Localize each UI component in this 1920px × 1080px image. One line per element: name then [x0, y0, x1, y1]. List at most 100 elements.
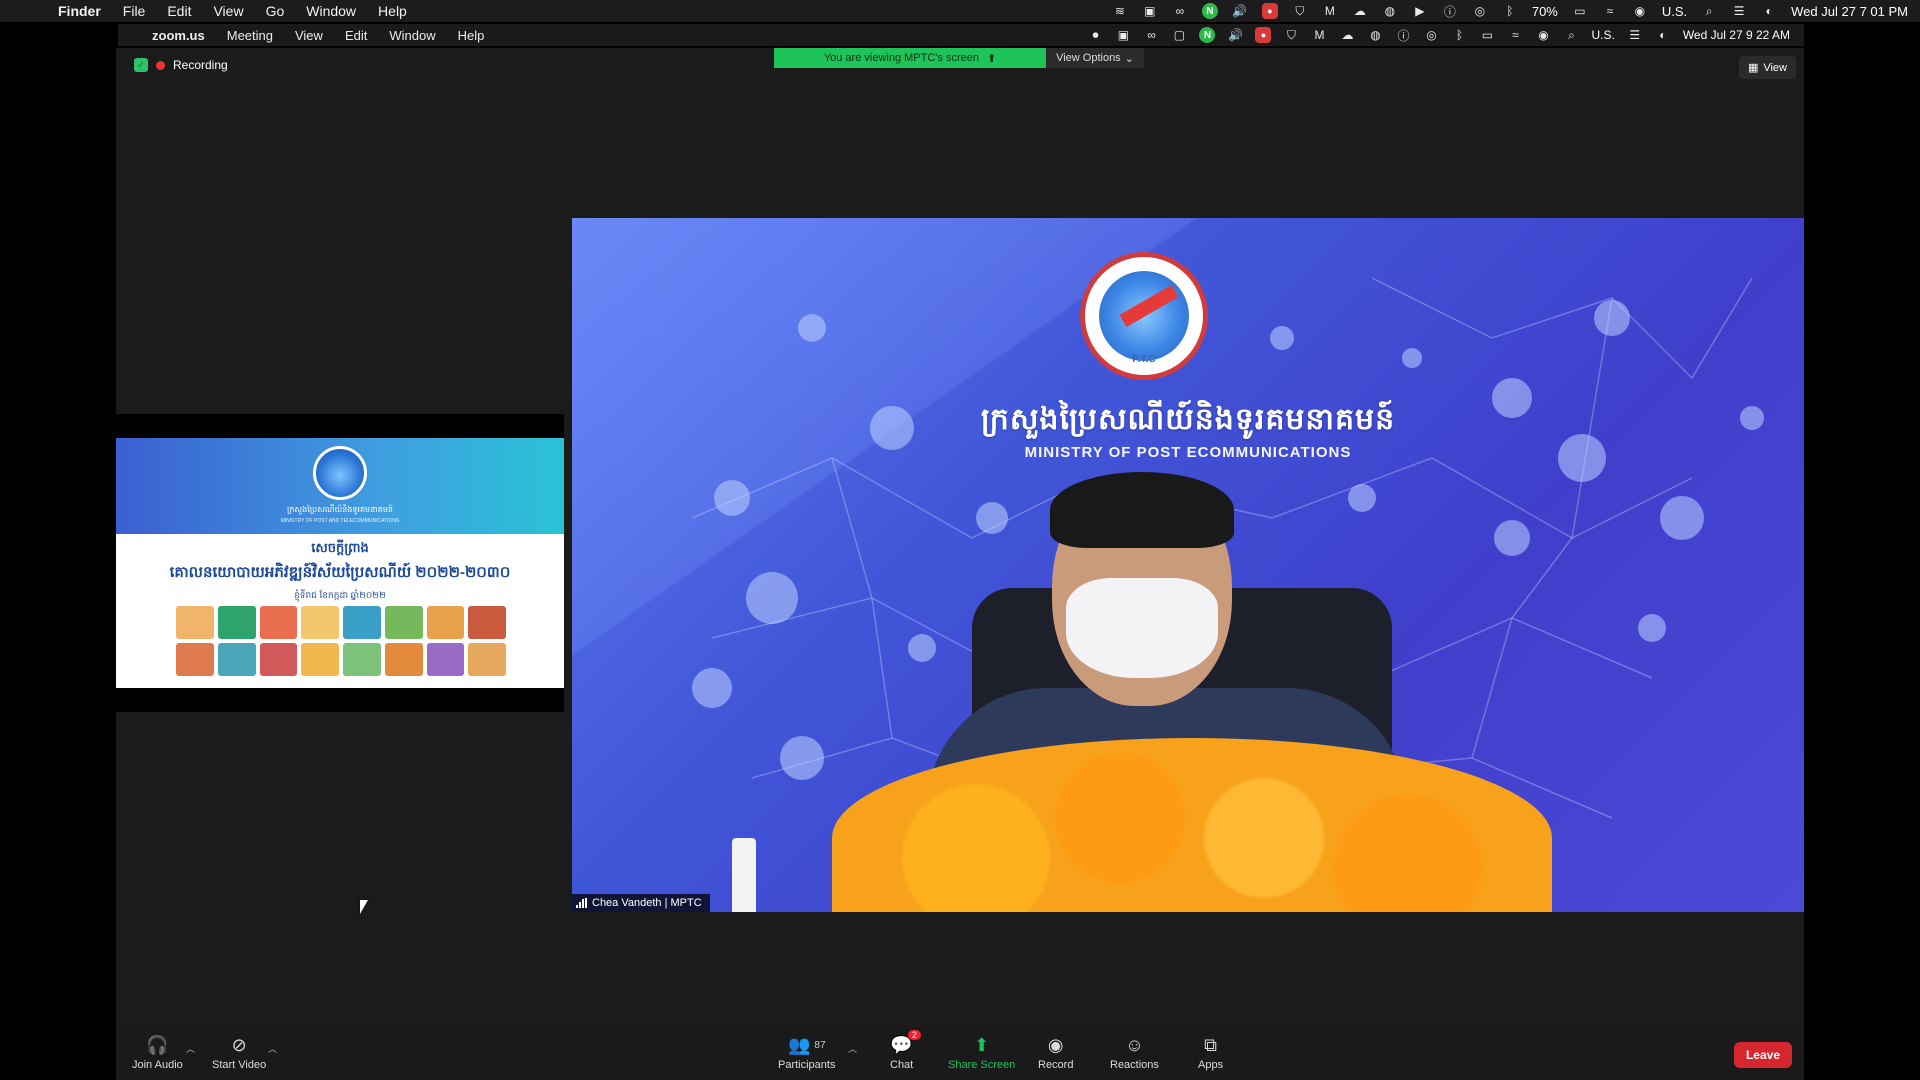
cloud-icon[interactable]: ☁ — [1352, 3, 1368, 19]
share-screen-button[interactable]: ⬆ Share Screen — [948, 1034, 1016, 1072]
control-center-icon[interactable]: ☰ — [1731, 3, 1747, 19]
user-icon: ◉ — [1538, 28, 1549, 42]
record-icon: ◉ — [1047, 1034, 1064, 1055]
chat-badge: 2 — [907, 1030, 921, 1040]
view-options-label: View Options — [1056, 52, 1121, 64]
video-off-icon: ⊘ — [231, 1034, 247, 1055]
share-banner: You are viewing MPTC's screen ⬆ View Opt… — [774, 48, 1144, 68]
slide: ក្រសួងប្រៃសណីយ៍និងទូរគមនាគមន៍ MINISTRY O… — [116, 438, 564, 688]
shield-check-icon[interactable]: ⛉ — [1292, 3, 1308, 19]
spotlight-search-icon[interactable]: ⌕ — [1701, 3, 1717, 19]
share-screen-icon: ⬆ — [974, 1034, 990, 1055]
speaker-name-label: Chea Vandeth | MPTC — [572, 894, 710, 912]
participants-count: 87 — [814, 1039, 826, 1051]
reactions-button[interactable]: ☺ Reactions — [1110, 1034, 1159, 1072]
video-options-caret-icon[interactable]: ︿ — [268, 1042, 277, 1055]
creative-cloud-icon[interactable]: ∞ — [1172, 3, 1188, 19]
recording-indicator[interactable]: ✓ Recording — [134, 58, 228, 72]
reactions-label: Reactions — [1110, 1059, 1159, 1071]
user-icon[interactable]: ◉ — [1632, 3, 1648, 19]
apps-label: Apps — [1198, 1059, 1224, 1071]
cloud-icon: ☁ — [1341, 28, 1354, 42]
view-button[interactable]: ▦ View — [1738, 56, 1796, 79]
participants-caret-icon[interactable]: ︿ — [848, 1042, 857, 1055]
notification-icon[interactable]: ● — [1261, 3, 1278, 19]
leave-button[interactable]: Leave — [1733, 1042, 1792, 1068]
audio-options-caret-icon[interactable]: ︿ — [186, 1042, 195, 1055]
status-area: ≋ ▣ ∞ N 🔊 ● ⛉ M ☁ ◍ ▶ ⓘ ◎ ᛒ 70% ▭ ≈ ◉ U.… — [1112, 0, 1908, 22]
stack-icon[interactable]: ≋ — [1112, 3, 1128, 19]
share-icon: ⬆ — [986, 52, 997, 65]
airdrop-icon[interactable]: ◎ — [1472, 3, 1488, 19]
menu-help[interactable]: Help — [378, 3, 407, 19]
evernote-icon[interactable]: N — [1201, 3, 1218, 19]
viewing-screen-message: You are viewing MPTC's screen ⬆ — [774, 48, 1046, 68]
menu-window[interactable]: Window — [306, 3, 356, 19]
wifi-icon[interactable]: ≈ — [1602, 3, 1618, 19]
menu-view: View — [294, 27, 323, 43]
encryption-shield-icon[interactable]: ✓ — [134, 58, 148, 72]
input-source[interactable]: U.S. — [1662, 4, 1687, 19]
bluetooth-icon: ᛒ — [1455, 28, 1464, 42]
slide-header-kh: ក្រសួងប្រៃសណីយ៍និងទូរគមនាគមន៍ — [287, 505, 393, 514]
info-icon[interactable]: ⓘ — [1442, 3, 1458, 19]
participants-button[interactable]: 👥 87 Participants — [778, 1034, 836, 1072]
outer-menubar: Finder File Edit View Go Window Help ≋ ▣… — [0, 0, 1920, 22]
shared-content-thumbnail[interactable]: ក្រសួងប្រៃសណីយ៍និងទូរគមនាគមន៍ MINISTRY O… — [116, 414, 564, 712]
participants-icon: 👥 87 — [787, 1034, 826, 1055]
start-video-button[interactable]: ⊘ Start Video — [212, 1034, 266, 1072]
clock: Wed Jul 27 9 22 AM — [1682, 28, 1790, 42]
menu-app-finder[interactable]: Finder — [58, 3, 101, 19]
record-label: Record — [1038, 1059, 1074, 1071]
chat-label: Chat — [890, 1059, 914, 1071]
ministry-logo-icon — [313, 446, 367, 500]
m-app-icon[interactable]: M — [1322, 3, 1338, 19]
menu-go[interactable]: Go — [266, 3, 285, 19]
globe-icon: ◍ — [1370, 28, 1381, 42]
join-audio-button[interactable]: 🎧 Join Audio — [132, 1034, 183, 1072]
menu-file[interactable]: File — [123, 3, 146, 19]
volume-icon: 🔊 — [1227, 28, 1243, 42]
slide-header-en: MINISTRY OF POST AND TELECOMMUNICATIONS — [280, 518, 400, 524]
slide-header: ក្រសួងប្រៃសណីយ៍និងទូរគមនាគមន៍ MINISTRY O… — [116, 438, 564, 534]
notification-icon: ● — [1255, 27, 1272, 43]
slide-title-2: គោលនយោបាយអភិវឌ្ឍន៍វិស័យប្រៃសណីយ៍ ២០២២-២០… — [169, 564, 511, 581]
clock[interactable]: Wed Jul 27 7 01 PM — [1791, 4, 1908, 19]
m-app-icon: M — [1314, 28, 1325, 42]
inner-menubar: zoom.us Meeting View Edit Window Help ⏺ … — [118, 24, 1804, 46]
stop-share-icon: ⏺ — [1092, 27, 1099, 42]
menu-edit[interactable]: Edit — [167, 3, 191, 19]
volume-icon[interactable]: 🔊 — [1232, 3, 1248, 19]
battery-icon[interactable]: ▭ — [1572, 3, 1588, 19]
viewing-screen-text: You are viewing MPTC's screen — [823, 52, 979, 64]
face-mask — [1066, 578, 1218, 678]
menu-view[interactable]: View — [213, 3, 243, 19]
record-button[interactable]: ◉ Record — [1038, 1034, 1074, 1072]
apps-icon: ⧉ — [1204, 1034, 1217, 1055]
signal-bars-icon — [576, 898, 587, 908]
recording-dot-icon — [156, 60, 165, 70]
siri-icon[interactable]: ◐ — [1761, 3, 1777, 19]
meeting-toolbar: 🎧 Join Audio ︿ ⊘ Start Video ︿ 👥 87 Parti… — [116, 1028, 1804, 1080]
active-speaker-video[interactable]: P.T.C ក្រសួងប្រៃសណីយ៍និងទូរគមនាគមន៍ MINI… — [572, 218, 1804, 912]
participants-label: Participants — [778, 1059, 836, 1071]
speaker-name: Chea Vandeth | MPTC — [592, 897, 702, 909]
backdrop-title-kh: ក្រសួងប្រៃសណីយ៍និងទូរគមនាគមន៍ — [980, 403, 1396, 436]
meeting-stage: ✓ Recording You are viewing MPTC's scree… — [116, 48, 1804, 1028]
play-icon[interactable]: ▶ — [1412, 3, 1428, 19]
menu-window: Window — [389, 27, 436, 43]
menu-meeting: Meeting — [226, 27, 273, 43]
reactions-icon: ☺ — [1125, 1034, 1144, 1055]
menu-app-zoom: zoom.us — [152, 27, 205, 43]
share-screen-label: Share Screen — [948, 1059, 1016, 1071]
app-icon[interactable]: ▣ — [1142, 3, 1158, 19]
apps-button[interactable]: ⧉ Apps — [1198, 1034, 1224, 1072]
mouse-cursor-icon — [360, 900, 368, 914]
backdrop-title-en: MINISTRY OF POST ECOMMUNICATIONS — [1024, 444, 1352, 461]
bluetooth-icon[interactable]: ᛒ — [1502, 3, 1518, 19]
battery-percent: 70% — [1531, 3, 1558, 19]
globe-icon[interactable]: ◍ — [1382, 3, 1398, 19]
chat-button[interactable]: 💬 2 Chat — [890, 1030, 921, 1071]
view-options-button[interactable]: View Options ⌄ — [1046, 48, 1144, 68]
emblem-text: P.T.C — [1132, 354, 1156, 365]
